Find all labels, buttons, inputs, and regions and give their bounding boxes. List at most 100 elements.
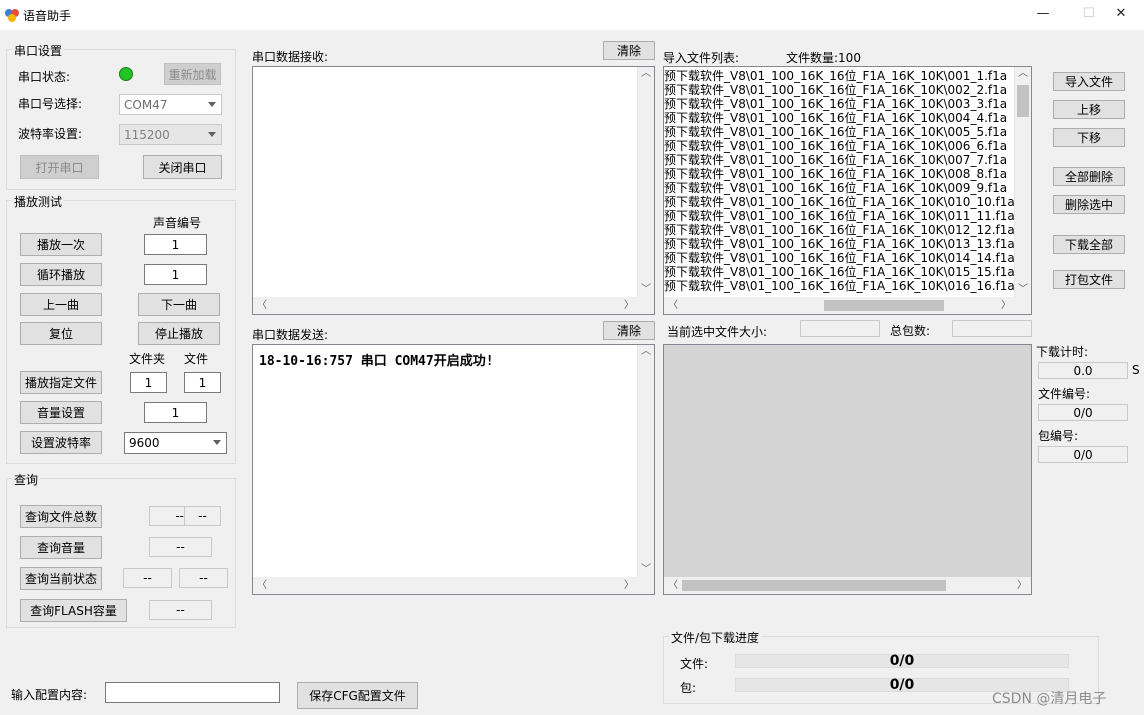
receive-horizontal-scrollbar[interactable]: 〈 〉 bbox=[253, 297, 654, 314]
scroll-left-icon[interactable]: 〈 bbox=[668, 579, 678, 593]
list-item[interactable]: 预下载软件_V8\01_100_16K_16位_F1A_16K_10K\016_… bbox=[664, 279, 1014, 293]
scroll-thumb[interactable] bbox=[824, 300, 944, 311]
file-list-horizontal-scrollbar[interactable]: 〈 〉 bbox=[664, 297, 1031, 314]
send-label: 串口数据发送: bbox=[252, 328, 329, 342]
chevron-down-icon bbox=[213, 440, 221, 445]
port-select-value: COM47 bbox=[124, 97, 168, 112]
list-item[interactable]: 预下载软件_V8\01_100_16K_16位_F1A_16K_10K\014_… bbox=[664, 251, 1014, 265]
list-item[interactable]: 预下载软件_V8\01_100_16K_16位_F1A_16K_10K\008_… bbox=[664, 167, 1014, 181]
download-all-button[interactable]: 下载全部 bbox=[1053, 235, 1125, 254]
play-once-number-input[interactable]: 1 bbox=[144, 234, 207, 255]
query-current-status-button[interactable]: 查询当前状态 bbox=[20, 567, 102, 590]
list-item[interactable]: 预下载软件_V8\01_100_16K_16位_F1A_16K_10K\012_… bbox=[664, 223, 1014, 237]
close-button[interactable]: ✕ bbox=[1098, 0, 1144, 30]
move-up-button[interactable]: 上移 bbox=[1053, 100, 1125, 119]
download-timer-label: 下载计时: bbox=[1036, 345, 1089, 359]
scroll-up-icon[interactable]: ︿ bbox=[638, 345, 654, 359]
file-list-vertical-scrollbar[interactable]: ︿ ﹀ bbox=[1014, 67, 1031, 297]
minimize-button[interactable]: — bbox=[1020, 0, 1066, 30]
send-vertical-scrollbar[interactable]: ︿ ﹀ bbox=[637, 345, 654, 577]
file-progress-label: 文件: bbox=[680, 657, 709, 671]
total-packets-label: 总包数: bbox=[890, 324, 931, 338]
previous-track-button[interactable]: 上一曲 bbox=[20, 293, 102, 316]
pack-file-button[interactable]: 打包文件 bbox=[1053, 270, 1125, 289]
send-horizontal-scrollbar[interactable]: 〈 〉 bbox=[253, 577, 654, 594]
folder-number-input[interactable]: 1 bbox=[130, 372, 167, 393]
close-port-button[interactable]: 关闭串口 bbox=[143, 155, 222, 179]
folder-label: 文件夹 bbox=[129, 352, 166, 366]
scroll-left-icon[interactable]: 〈 bbox=[257, 579, 267, 593]
scroll-up-icon[interactable]: ︿ bbox=[638, 67, 654, 81]
scroll-down-icon[interactable]: ﹀ bbox=[638, 283, 654, 297]
scroll-right-icon[interactable]: 〉 bbox=[624, 299, 634, 313]
config-input[interactable] bbox=[105, 682, 280, 703]
list-item[interactable]: 预下载软件_V8\01_100_16K_16位_F1A_16K_10K\013_… bbox=[664, 237, 1014, 251]
list-item[interactable]: 预下载软件_V8\01_100_16K_16位_F1A_16K_10K\015_… bbox=[664, 265, 1014, 279]
baud-rate-select[interactable]: 9600 bbox=[124, 432, 227, 454]
list-item[interactable]: 预下载软件_V8\01_100_16K_16位_F1A_16K_10K\004_… bbox=[664, 111, 1014, 125]
receive-textarea[interactable]: ︿ ﹀ 〈 〉 bbox=[252, 66, 655, 315]
list-item[interactable]: 预下载软件_V8\01_100_16K_16位_F1A_16K_10K\010_… bbox=[664, 195, 1014, 209]
receive-clear-button[interactable]: 清除 bbox=[603, 41, 655, 60]
list-item[interactable]: 预下载软件_V8\01_100_16K_16位_F1A_16K_10K\009_… bbox=[664, 181, 1014, 195]
loop-play-button[interactable]: 循环播放 bbox=[20, 263, 102, 286]
file-number-label: 文件编号: bbox=[1038, 387, 1091, 401]
scroll-down-icon[interactable]: ﹀ bbox=[638, 563, 654, 577]
delete-all-button[interactable]: 全部删除 bbox=[1053, 167, 1125, 186]
next-track-button[interactable]: 下一曲 bbox=[138, 293, 220, 316]
volume-set-button[interactable]: 音量设置 bbox=[20, 401, 102, 424]
save-cfg-button[interactable]: 保存CFG配置文件 bbox=[297, 682, 418, 709]
file-preview-horizontal-scrollbar[interactable]: 〈 〉 bbox=[664, 577, 1031, 594]
query-total-files-button[interactable]: 查询文件总数 bbox=[20, 505, 102, 528]
app-logo-icon bbox=[5, 9, 19, 22]
receive-vertical-scrollbar[interactable]: ︿ ﹀ bbox=[637, 67, 654, 297]
list-item[interactable]: 预下载软件_V8\01_100_16K_16位_F1A_16K_10K\006_… bbox=[664, 139, 1014, 153]
move-down-button[interactable]: 下移 bbox=[1053, 128, 1125, 147]
reset-button[interactable]: 复位 bbox=[20, 322, 102, 345]
scroll-thumb[interactable] bbox=[682, 580, 946, 591]
stop-playback-button[interactable]: 停止播放 bbox=[138, 322, 220, 345]
title-bar: 语音助手 — ☐ ✕ bbox=[0, 0, 1144, 30]
reload-button[interactable]: 重新加载 bbox=[164, 63, 221, 85]
volume-input[interactable]: 1 bbox=[144, 402, 207, 423]
scroll-left-icon[interactable]: 〈 bbox=[668, 299, 678, 313]
list-item[interactable]: 预下载软件_V8\01_100_16K_16位_F1A_16K_10K\005_… bbox=[664, 125, 1014, 139]
file-list-label: 导入文件列表: bbox=[663, 51, 740, 65]
packet-number-value: 0/0 bbox=[1038, 446, 1128, 463]
file-list-box[interactable]: 预下载软件_V8\01_100_16K_16位_F1A_16K_10K\001_… bbox=[663, 66, 1032, 315]
scroll-thumb[interactable] bbox=[1017, 85, 1029, 117]
file-preview-box: 〈 〉 bbox=[663, 344, 1032, 595]
list-item[interactable]: 预下载软件_V8\01_100_16K_16位_F1A_16K_10K\011_… bbox=[664, 209, 1014, 223]
send-textarea[interactable]: 18-10-16:757 串口 COM47开启成功! ︿ ﹀ 〈 〉 bbox=[252, 344, 655, 595]
status-value-b: -- bbox=[179, 568, 228, 588]
set-baud-rate-button[interactable]: 设置波特率 bbox=[20, 431, 102, 454]
play-specified-file-button[interactable]: 播放指定文件 bbox=[20, 371, 102, 394]
scroll-left-icon[interactable]: 〈 bbox=[257, 299, 267, 313]
query-flash-capacity-button[interactable]: 查询FLASH容量 bbox=[20, 599, 127, 622]
port-select[interactable]: COM47 bbox=[119, 94, 222, 115]
list-item[interactable]: 预下载软件_V8\01_100_16K_16位_F1A_16K_10K\001_… bbox=[664, 69, 1014, 83]
baud-select-value: 115200 bbox=[124, 127, 170, 142]
scroll-right-icon[interactable]: 〉 bbox=[624, 579, 634, 593]
serial-settings-title: 串口设置 bbox=[12, 42, 65, 59]
list-item[interactable]: 预下载软件_V8\01_100_16K_16位_F1A_16K_10K\007_… bbox=[664, 153, 1014, 167]
delete-selected-button[interactable]: 删除选中 bbox=[1053, 195, 1125, 214]
list-item[interactable]: 预下载软件_V8\01_100_16K_16位_F1A_16K_10K\003_… bbox=[664, 97, 1014, 111]
baud-rate-select-value: 9600 bbox=[129, 436, 160, 450]
file-number-input[interactable]: 1 bbox=[184, 372, 221, 393]
send-clear-button[interactable]: 清除 bbox=[603, 321, 655, 340]
list-item[interactable]: 预下载软件_V8\01_100_16K_16位_F1A_16K_10K\002_… bbox=[664, 83, 1014, 97]
import-file-button[interactable]: 导入文件 bbox=[1053, 72, 1125, 91]
scroll-right-icon[interactable]: 〉 bbox=[1001, 299, 1011, 313]
total-packets-value bbox=[952, 320, 1032, 337]
open-port-button[interactable]: 打开串口 bbox=[20, 155, 99, 179]
scroll-right-icon[interactable]: 〉 bbox=[1017, 579, 1027, 593]
play-once-button[interactable]: 播放一次 bbox=[20, 233, 102, 256]
volume-query-value: -- bbox=[149, 537, 212, 557]
port-select-label: 串口号选择: bbox=[18, 97, 83, 111]
scroll-down-icon[interactable]: ﹀ bbox=[1015, 283, 1031, 297]
loop-number-input[interactable]: 1 bbox=[144, 264, 207, 285]
baud-select[interactable]: 115200 bbox=[119, 124, 222, 145]
query-volume-button[interactable]: 查询音量 bbox=[20, 536, 102, 559]
scroll-up-icon[interactable]: ︿ bbox=[1015, 67, 1031, 81]
